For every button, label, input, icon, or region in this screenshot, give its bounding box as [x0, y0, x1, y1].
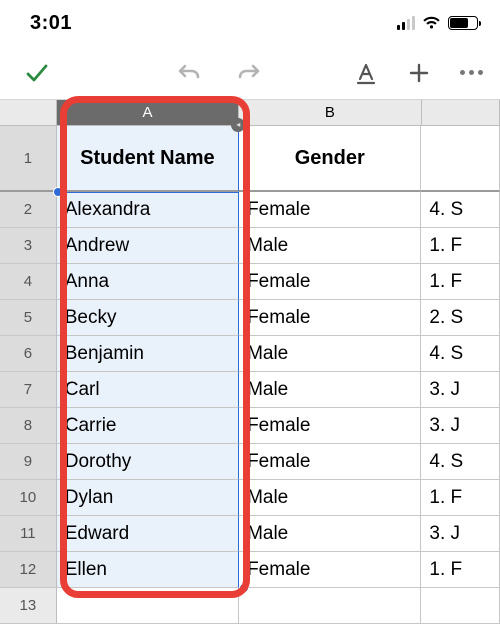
- cell[interactable]: [57, 588, 239, 624]
- row-number[interactable]: 12: [0, 552, 57, 588]
- cell[interactable]: Female: [239, 552, 421, 588]
- selection-handle-bottom[interactable]: [239, 583, 249, 593]
- table-row: 10 Dylan Male 1. F: [0, 480, 500, 516]
- cell[interactable]: Female: [239, 300, 421, 336]
- cell[interactable]: Alexandra: [57, 192, 239, 228]
- row-number[interactable]: 1: [0, 126, 57, 192]
- row-number[interactable]: 8: [0, 408, 57, 444]
- cell[interactable]: Female: [239, 192, 421, 228]
- cell[interactable]: Benjamin: [57, 336, 239, 372]
- cell[interactable]: 4. S: [421, 336, 500, 372]
- column-header-a[interactable]: A: [57, 100, 239, 126]
- table-row: 2 Alexandra Female 4. S: [0, 192, 500, 228]
- header-cell-student-name[interactable]: Student Name: [57, 126, 239, 192]
- table-row: 12 Ellen Female 1. F: [0, 552, 500, 588]
- more-button[interactable]: [459, 60, 484, 86]
- row-number[interactable]: 9: [0, 444, 57, 480]
- cell[interactable]: Male: [239, 228, 421, 264]
- row-number[interactable]: 3: [0, 228, 57, 264]
- table-row: 3 Andrew Male 1. F: [0, 228, 500, 264]
- table-row: 11 Edward Male 3. J: [0, 516, 500, 552]
- table-row: 5 Becky Female 2. S: [0, 300, 500, 336]
- cell[interactable]: [421, 588, 500, 624]
- cell[interactable]: Male: [239, 372, 421, 408]
- row-number[interactable]: 5: [0, 300, 57, 336]
- column-header-c[interactable]: [422, 100, 500, 126]
- cell[interactable]: 4. S: [421, 444, 500, 480]
- cell[interactable]: Carrie: [57, 408, 239, 444]
- cell[interactable]: Female: [239, 264, 421, 300]
- table-row: 6 Benjamin Male 4. S: [0, 336, 500, 372]
- toolbar: [0, 46, 500, 100]
- table-row: 7 Carl Male 3. J: [0, 372, 500, 408]
- cell[interactable]: Male: [239, 336, 421, 372]
- row-number[interactable]: 2: [0, 192, 57, 228]
- cell[interactable]: 4. S: [421, 192, 500, 228]
- cell[interactable]: 1. F: [421, 552, 500, 588]
- cell[interactable]: Dylan: [57, 480, 239, 516]
- cell[interactable]: 1. F: [421, 264, 500, 300]
- cell[interactable]: 3. J: [421, 516, 500, 552]
- cellular-signal-icon: [397, 16, 415, 30]
- table-row: 1 Student Name Gender: [0, 126, 500, 192]
- cell[interactable]: 1. F: [421, 480, 500, 516]
- header-cell-c[interactable]: [421, 126, 500, 192]
- redo-button[interactable]: [236, 60, 262, 86]
- row-number[interactable]: 10: [0, 480, 57, 516]
- cell[interactable]: Carl: [57, 372, 239, 408]
- cell[interactable]: 2. S: [421, 300, 500, 336]
- header-cell-gender[interactable]: Gender: [239, 126, 421, 192]
- cell[interactable]: Male: [239, 516, 421, 552]
- cell[interactable]: 3. J: [421, 372, 500, 408]
- battery-icon: [448, 16, 478, 30]
- status-icons: [397, 16, 478, 30]
- text-format-button[interactable]: [354, 60, 379, 86]
- column-header-row: A B: [0, 100, 500, 126]
- cell[interactable]: 1. F: [421, 228, 500, 264]
- column-label: A: [143, 104, 153, 121]
- row-number[interactable]: 7: [0, 372, 57, 408]
- cell[interactable]: [239, 588, 421, 624]
- more-icon: [460, 70, 483, 75]
- cell[interactable]: Becky: [57, 300, 239, 336]
- row-number[interactable]: 13: [0, 588, 57, 624]
- cell[interactable]: Edward: [57, 516, 239, 552]
- cell[interactable]: Ellen: [57, 552, 239, 588]
- undo-button[interactable]: [176, 60, 202, 86]
- status-time: 3:01: [30, 12, 72, 35]
- select-all-corner[interactable]: [0, 100, 57, 126]
- row-number[interactable]: 6: [0, 336, 57, 372]
- confirm-button[interactable]: [24, 60, 50, 86]
- row-number[interactable]: 11: [0, 516, 57, 552]
- cell[interactable]: Female: [239, 408, 421, 444]
- table-row: 4 Anna Female 1. F: [0, 264, 500, 300]
- table-row: 13: [0, 588, 500, 624]
- cell[interactable]: Male: [239, 480, 421, 516]
- selection-handle-top[interactable]: [53, 187, 63, 197]
- row-number[interactable]: 4: [0, 264, 57, 300]
- spreadsheet[interactable]: A B 1 Student Name Gender 2 Alexandra Fe…: [0, 100, 500, 624]
- status-bar: 3:01: [0, 0, 500, 46]
- table-row: 8 Carrie Female 3. J: [0, 408, 500, 444]
- column-header-b[interactable]: B: [239, 100, 421, 126]
- cell[interactable]: Female: [239, 444, 421, 480]
- cell[interactable]: Dorothy: [57, 444, 239, 480]
- cell[interactable]: Anna: [57, 264, 239, 300]
- cell[interactable]: 3. J: [421, 408, 500, 444]
- table-row: 9 Dorothy Female 4. S: [0, 444, 500, 480]
- wifi-icon: [422, 16, 441, 30]
- cell[interactable]: Andrew: [57, 228, 239, 264]
- insert-button[interactable]: [407, 60, 432, 86]
